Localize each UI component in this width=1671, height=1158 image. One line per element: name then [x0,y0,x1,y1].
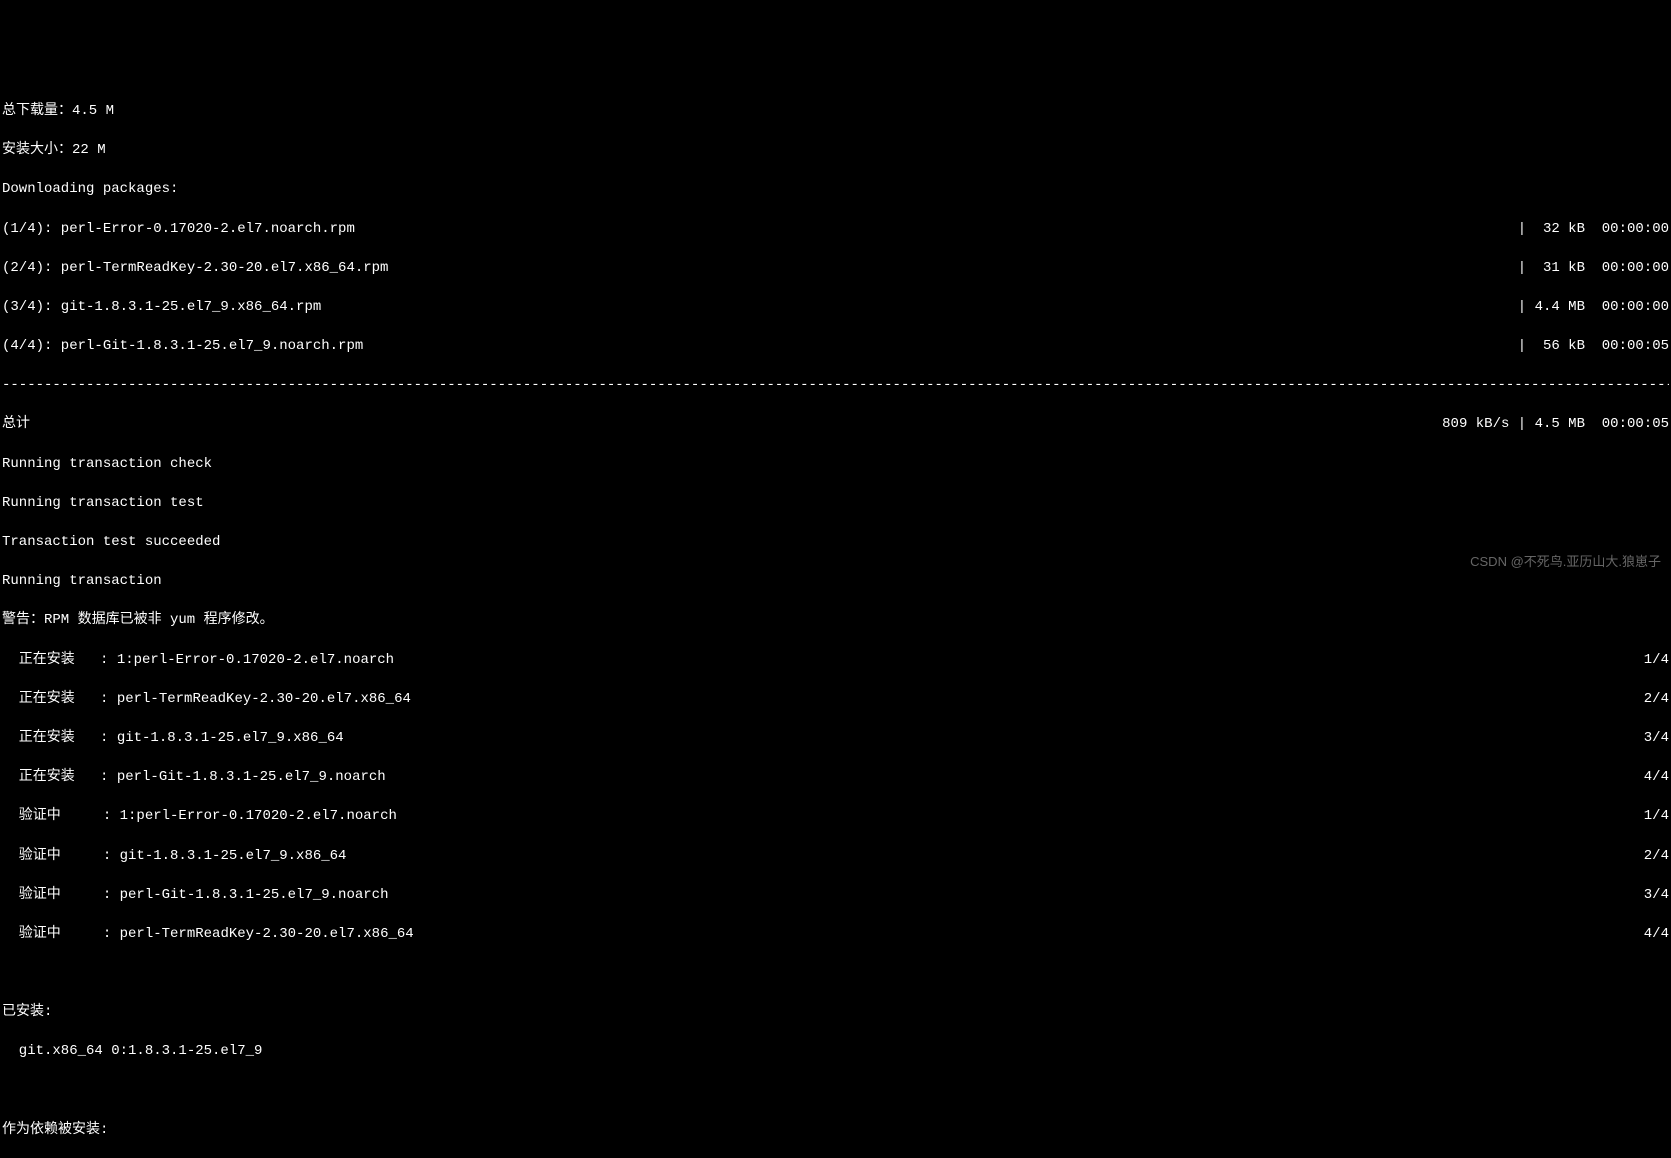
download-status: | 4.4 MB 00:00:00 [1518,298,1669,318]
download-status: | 32 kB 00:00:00 [1518,220,1669,240]
step-count: 3/4 [1644,886,1669,906]
step-colon: : [61,847,120,867]
install-step-row: 正在安装 : git-1.8.3.1-25.el7_9.x86_64 3/4 [2,729,1669,749]
step-pkg: git-1.8.3.1-25.el7_9.x86_64 [117,729,344,749]
step-colon: : [61,807,120,827]
total-stats: 809 kB/s | 4.5 MB 00:00:05 [1442,415,1669,435]
download-pkg: (4/4): perl-Git-1.8.3.1-25.el7_9.noarch.… [2,337,363,357]
transaction-running: Running transaction [2,572,1669,592]
installed-header: 已安装: [2,1003,1669,1023]
blank-line [2,964,1669,984]
total-label: 总计 [2,415,30,435]
step-pkg: git-1.8.3.1-25.el7_9.x86_64 [120,847,347,867]
deps-header: 作为依赖被安装: [2,1121,1669,1141]
step-count: 1/4 [1644,651,1669,671]
download-row: (4/4): perl-Git-1.8.3.1-25.el7_9.noarch.… [2,337,1669,357]
download-row: (3/4): git-1.8.3.1-25.el7_9.x86_64.rpm | … [2,298,1669,318]
verify-step-row: 验证中 : perl-Git-1.8.3.1-25.el7_9.noarch 3/… [2,886,1669,906]
watermark-text: CSDN @不死鸟.亚历山大.狼崽子 [1470,553,1661,571]
step-count: 1/4 [1644,807,1669,827]
transaction-test: Running transaction test [2,494,1669,514]
blank-line [2,1082,1669,1102]
verify-step-row: 验证中 : 1:perl-Error-0.17020-2.el7.noarch 1… [2,807,1669,827]
step-count: 2/4 [1644,847,1669,867]
total-summary-row: 总计 809 kB/s | 4.5 MB 00:00:05 [2,415,1669,435]
download-pkg: (2/4): perl-TermReadKey-2.30-20.el7.x86_… [2,259,388,279]
step-label: 正在安装 [2,651,75,671]
step-colon: : [75,651,117,671]
separator-line: ----------------------------------------… [2,376,1669,396]
install-step-row: 正在安装 : perl-TermReadKey-2.30-20.el7.x86_… [2,690,1669,710]
install-size-line: 安装大小：22 M [2,141,1669,161]
step-label: 正在安装 [2,690,75,710]
transaction-succeeded: Transaction test succeeded [2,533,1669,553]
step-pkg: perl-Git-1.8.3.1-25.el7_9.noarch [120,886,389,906]
step-label: 验证中 [2,886,61,906]
downloading-header: Downloading packages: [2,180,1669,200]
download-status: | 56 kB 00:00:05 [1518,337,1669,357]
step-pkg: perl-TermReadKey-2.30-20.el7.x86_64 [117,690,411,710]
step-label: 验证中 [2,925,61,945]
install-step-row: 正在安装 : 1:perl-Error-0.17020-2.el7.noarch… [2,651,1669,671]
download-pkg: (3/4): git-1.8.3.1-25.el7_9.x86_64.rpm [2,298,321,318]
download-status: | 31 kB 00:00:00 [1518,259,1669,279]
transaction-check: Running transaction check [2,455,1669,475]
step-pkg: 1:perl-Error-0.17020-2.el7.noarch [120,807,397,827]
step-colon: : [75,690,117,710]
step-colon: : [75,729,117,749]
step-label: 验证中 [2,847,61,867]
download-row: (2/4): perl-TermReadKey-2.30-20.el7.x86_… [2,259,1669,279]
download-row: (1/4): perl-Error-0.17020-2.el7.noarch.r… [2,220,1669,240]
step-pkg: perl-Git-1.8.3.1-25.el7_9.noarch [117,768,386,788]
install-step-row: 正在安装 : perl-Git-1.8.3.1-25.el7_9.noarch 4… [2,768,1669,788]
verify-step-row: 验证中 : perl-TermReadKey-2.30-20.el7.x86_6… [2,925,1669,945]
verify-step-row: 验证中 : git-1.8.3.1-25.el7_9.x86_64 2/4 [2,847,1669,867]
installed-package: git.x86_64 0:1.8.3.1-25.el7_9 [2,1042,1669,1062]
step-pkg: perl-TermReadKey-2.30-20.el7.x86_64 [120,925,414,945]
step-count: 4/4 [1644,768,1669,788]
terminal-output: 总下载量：4.5 M 安装大小：22 M Downloading package… [2,82,1669,1158]
step-count: 4/4 [1644,925,1669,945]
step-pkg: 1:perl-Error-0.17020-2.el7.noarch [117,651,394,671]
step-label: 正在安装 [2,768,75,788]
transaction-warning: 警告：RPM 数据库已被非 yum 程序修改。 [2,611,1669,631]
step-count: 2/4 [1644,690,1669,710]
step-colon: : [61,886,120,906]
step-count: 3/4 [1644,729,1669,749]
download-pkg: (1/4): perl-Error-0.17020-2.el7.noarch.r… [2,220,355,240]
total-download-line: 总下载量：4.5 M [2,102,1669,122]
step-label: 验证中 [2,807,61,827]
step-colon: : [61,925,120,945]
step-colon: : [75,768,117,788]
step-label: 正在安装 [2,729,75,749]
